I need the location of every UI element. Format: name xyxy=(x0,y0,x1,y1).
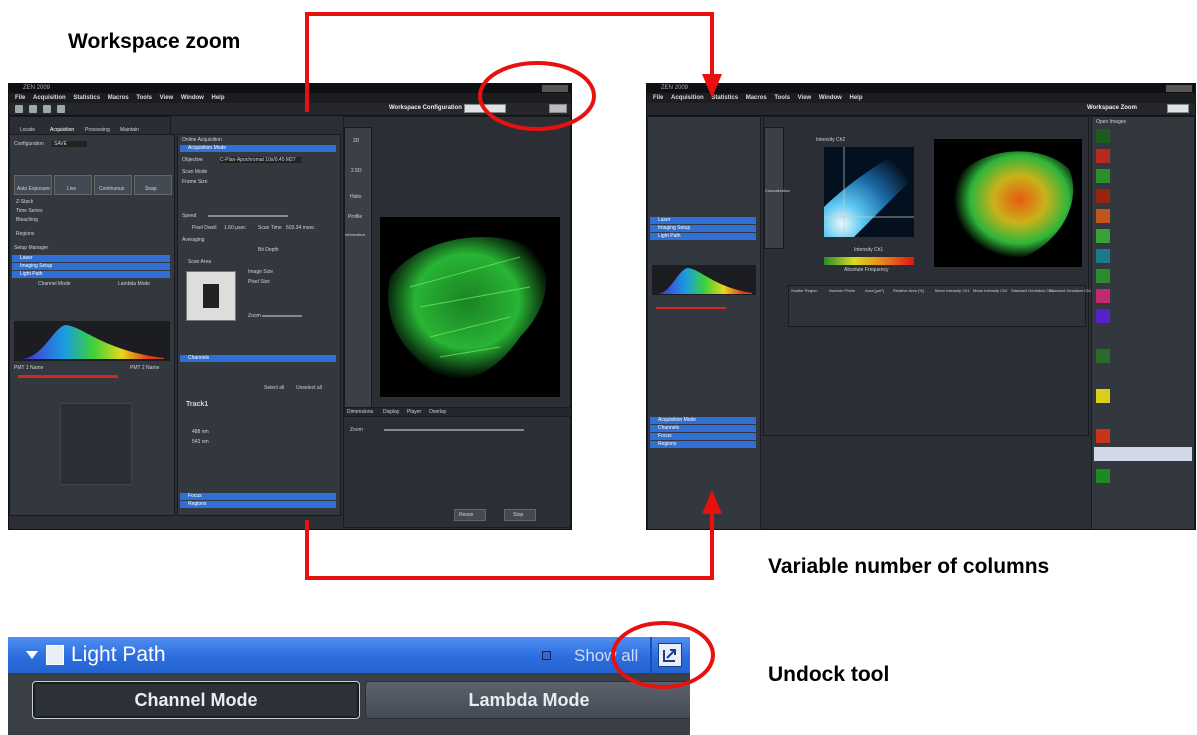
annotation-overlay xyxy=(305,12,722,689)
top-connector-arrow xyxy=(305,12,714,112)
bottom-arrowhead xyxy=(702,490,722,514)
bottom-connector-arrow xyxy=(305,510,714,580)
workspace-zoom-highlight xyxy=(478,61,596,131)
top-arrowhead xyxy=(702,74,722,98)
undock-highlight xyxy=(611,621,715,689)
